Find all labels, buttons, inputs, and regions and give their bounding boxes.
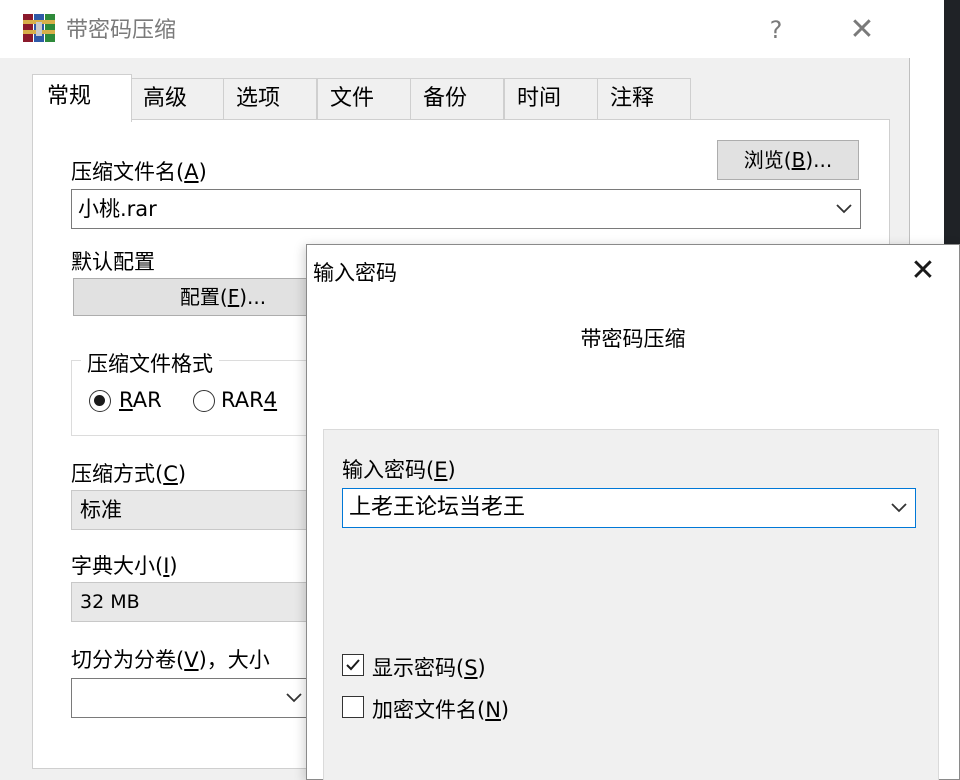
dialog-subtitle: 带密码压缩 — [580, 327, 686, 351]
tab-general[interactable]: 常规 — [32, 74, 132, 122]
password-label: 输入密码(E) — [342, 458, 456, 482]
archive-name-label: 压缩文件名(A) — [71, 160, 207, 184]
chevron-down-icon[interactable] — [836, 204, 852, 214]
winrar-icon — [23, 14, 55, 42]
tab-files[interactable]: 文件 — [317, 78, 411, 120]
split-volumes-label: 切分为分卷(V)，大小 — [71, 648, 270, 672]
help-button[interactable]: ? — [758, 14, 794, 46]
archive-name-value: 小桃.rar — [78, 197, 157, 221]
password-panel: 输入密码(E) 上老王论坛当老王 显示密码(S) 加密文件名(N) — [323, 429, 939, 780]
format-rar-radio[interactable] — [89, 390, 111, 412]
browse-button[interactable]: 浏览(B)... — [717, 140, 859, 180]
dialog-close-button[interactable]: ✕ — [903, 251, 943, 291]
radio-selected-dot — [94, 395, 105, 406]
archive-format-group-title: 压缩文件格式 — [81, 348, 219, 378]
tab-backup[interactable]: 备份 — [410, 78, 504, 120]
show-password-checkbox[interactable] — [342, 654, 364, 676]
chevron-down-icon[interactable] — [286, 693, 302, 703]
title-bar: 带密码压缩 ? ✕ — [0, 0, 910, 58]
show-password-label[interactable]: 显示密码(S) — [372, 652, 486, 682]
format-rar4-label[interactable]: RAR4 — [221, 388, 277, 412]
chevron-down-icon[interactable] — [891, 503, 907, 513]
dictionary-size-label: 字典大小(I) — [71, 554, 178, 578]
format-rar-label[interactable]: RAR — [119, 388, 162, 412]
tab-comment[interactable]: 注释 — [597, 78, 691, 120]
tab-advanced[interactable]: 高级 — [130, 78, 224, 120]
archive-name-combobox[interactable]: 小桃.rar — [71, 189, 861, 229]
password-value: 上老王论坛当老王 — [349, 495, 526, 520]
tab-time[interactable]: 时间 — [504, 78, 598, 120]
tab-options[interactable]: 选项 — [223, 78, 317, 120]
dialog-title: 输入密码 — [313, 261, 397, 285]
default-profile-label: 默认配置 — [71, 250, 155, 274]
close-button[interactable]: ✕ — [842, 12, 882, 48]
check-icon — [346, 659, 360, 671]
enter-password-dialog: 输入密码 ✕ 带密码压缩 输入密码(E) 上老王论坛当老王 显示密码(S) 加密… — [306, 244, 960, 780]
encrypt-file-names-label[interactable]: 加密文件名(N) — [372, 694, 509, 724]
split-volume-size-combobox[interactable] — [71, 678, 311, 718]
encrypt-file-names-checkbox[interactable] — [342, 696, 364, 718]
window-title: 带密码压缩 — [66, 18, 177, 43]
password-input[interactable]: 上老王论坛当老王 — [342, 488, 916, 528]
format-rar4-radio[interactable] — [193, 390, 215, 412]
compression-method-label: 压缩方式(C) — [71, 462, 187, 486]
